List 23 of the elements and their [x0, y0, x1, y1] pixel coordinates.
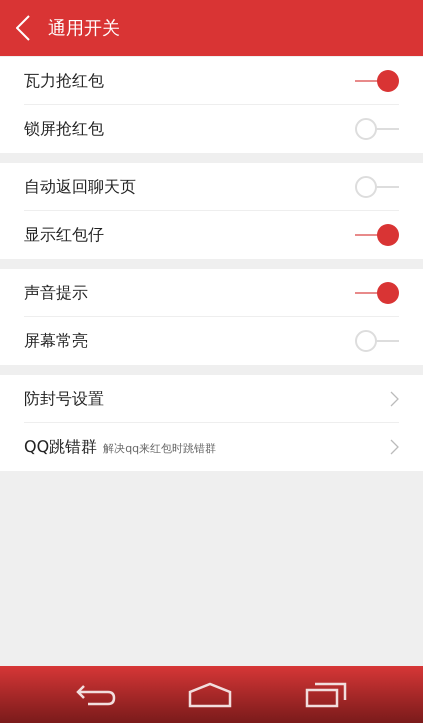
setting-label: 自动返回聊天页 [24, 176, 136, 198]
setting-label: QQ跳错群 [24, 436, 98, 458]
home-icon[interactable] [188, 682, 232, 708]
toggle-switch[interactable] [355, 329, 399, 353]
toggle-switch[interactable] [355, 117, 399, 141]
setting-label: 锁屏抢红包 [24, 118, 104, 140]
back-icon[interactable] [76, 684, 116, 706]
chevron-right-icon [390, 439, 399, 455]
recent-apps-icon[interactable] [304, 682, 347, 708]
toggle-switch[interactable] [355, 223, 399, 247]
page-title: 通用开关 [48, 16, 120, 40]
setting-label: 瓦力抢红包 [24, 70, 104, 92]
toggle-switch[interactable] [355, 68, 399, 92]
setting-hint: 解决qq来红包时跳错群 [103, 441, 216, 457]
chevron-right-icon [390, 390, 399, 406]
settings-link-row[interactable]: 防封号设置 [24, 375, 399, 423]
setting-label: 防封号设置 [24, 388, 104, 410]
settings-link-row[interactable]: QQ跳错群 解决qq来红包时跳错群 [24, 423, 399, 471]
setting-label: 屏幕常亮 [24, 330, 88, 352]
setting-label: 声音提示 [24, 282, 88, 304]
toggle-switch[interactable] [355, 174, 399, 198]
setting-label: 显示红包仔 [24, 224, 104, 246]
toggle-switch[interactable] [355, 280, 399, 304]
